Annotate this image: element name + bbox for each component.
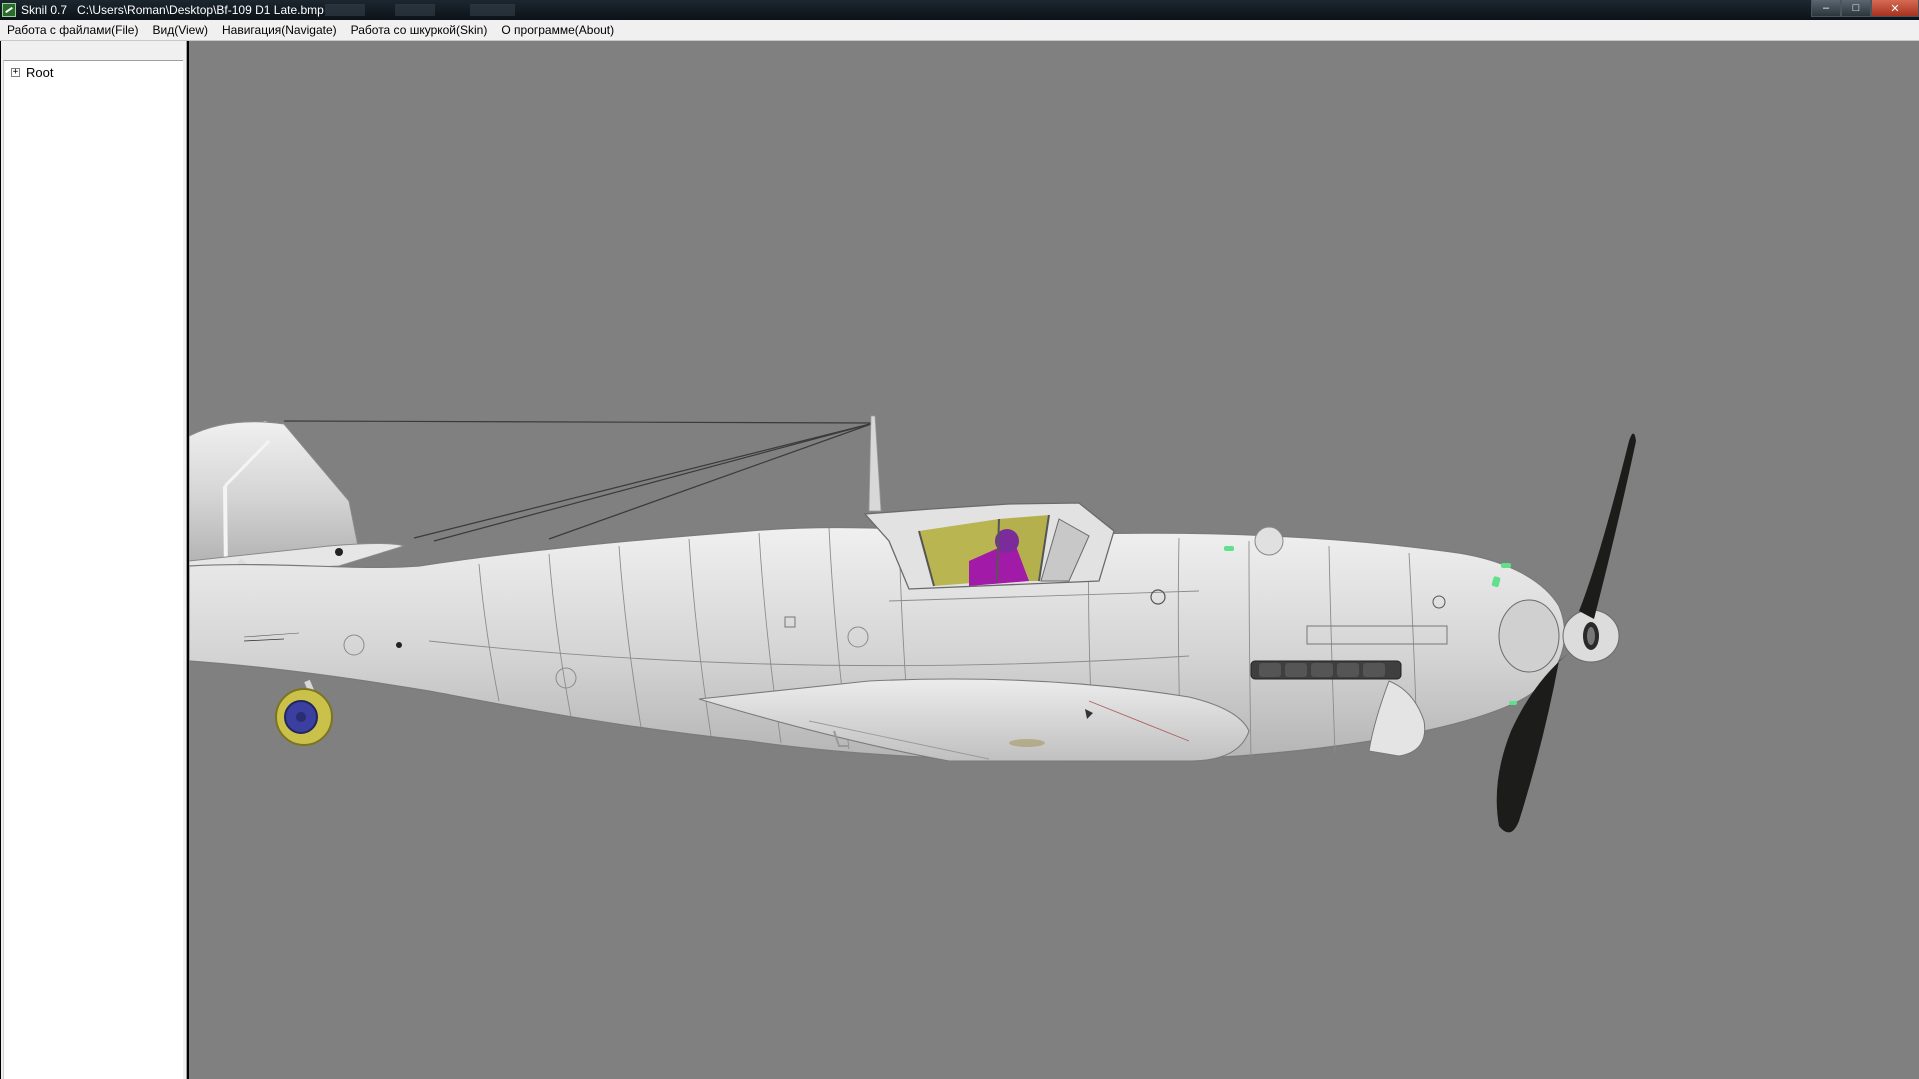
file-path: C:\Users\Roman\Desktop\Bf-109 D1 Late.bm…: [77, 3, 324, 17]
minimize-button[interactable]: –: [1811, 0, 1841, 17]
app-logo-icon: [2, 3, 16, 17]
menu-bar: Работа с файлами(File) Вид(View) Навигац…: [0, 20, 1919, 41]
titlebar-decoration: [470, 4, 515, 16]
titlebar-decoration: [395, 4, 435, 16]
tree-view[interactable]: + Root: [3, 60, 183, 1079]
menu-navigate[interactable]: Навигация(Navigate): [215, 20, 344, 41]
window-controls: – □ ✕: [1811, 0, 1919, 18]
sidebar-panel: + Root: [1, 41, 187, 1079]
titlebar-decoration: [325, 4, 365, 16]
title-bar: Sknil 0.7 C:\Users\Roman\Desktop\Bf-109 …: [0, 0, 1919, 20]
airplane-model-icon: [189, 415, 1636, 833]
tree-item-root[interactable]: + Root: [11, 65, 53, 80]
close-button[interactable]: ✕: [1871, 0, 1919, 17]
antenna-wires: [283, 420, 875, 542]
menu-about[interactable]: О программе(About): [494, 20, 621, 41]
expand-plus-icon[interactable]: +: [11, 68, 20, 77]
menu-skin[interactable]: Работа со шкуркой(Skin): [344, 20, 495, 41]
app-name: Sknil 0.7: [21, 3, 68, 17]
maximize-button[interactable]: □: [1841, 0, 1871, 17]
menu-file[interactable]: Работа с файлами(File): [0, 20, 145, 41]
tree-item-label: Root: [26, 65, 54, 80]
menu-view[interactable]: Вид(View): [145, 20, 215, 41]
3d-viewport[interactable]: [189, 41, 1919, 1079]
